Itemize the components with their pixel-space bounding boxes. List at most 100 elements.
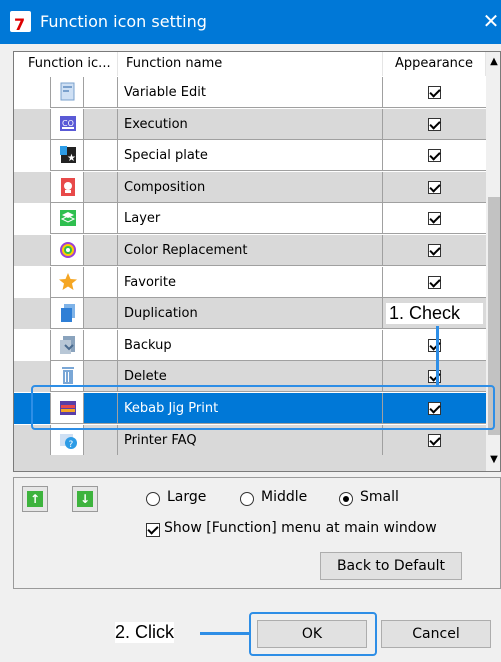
highlight-selected-row (31, 385, 495, 430)
column-divider (117, 266, 118, 298)
column-divider (382, 140, 383, 172)
svg-text:CO: CO (62, 119, 74, 128)
radio-middle-label: Middle (261, 489, 308, 505)
column-divider (117, 298, 118, 330)
color-replacement-icon (59, 240, 77, 260)
column-divider (382, 298, 383, 330)
column-divider (382, 171, 383, 203)
column-divider (117, 77, 118, 108)
move-up-button[interactable]: ↑ (22, 486, 48, 512)
column-divider (382, 77, 383, 108)
list-row[interactable]: Favorite (14, 266, 486, 298)
callout-check-connector (436, 326, 439, 386)
arrow-up-icon: ↑ (27, 491, 43, 507)
column-divider (117, 235, 118, 266)
options-panel: ↑ ↓ Large Middle Small Show [Function] m… (13, 477, 501, 589)
header-appearance[interactable]: Appearance (383, 52, 486, 76)
title-bar: 7 Function icon setting ✕ (0, 0, 501, 44)
appearance-checkbox[interactable] (428, 117, 441, 131)
list-header: Function ic... Function name Appearance (14, 52, 500, 76)
column-divider (117, 329, 118, 361)
row-icon-cell: CO (50, 108, 84, 140)
list-row[interactable]: Color Replacement (14, 235, 486, 266)
row-function-name: Composition (124, 179, 206, 195)
list-empty-area (14, 455, 486, 471)
app-logo-icon: 7 (10, 11, 31, 34)
row-function-name: Favorite (124, 274, 176, 290)
move-down-button[interactable]: ↓ (72, 486, 98, 512)
column-divider (117, 108, 118, 140)
row-icon-cell (50, 329, 84, 361)
column-divider (382, 266, 383, 298)
backup-icon (59, 335, 77, 355)
row-icon-cell (50, 203, 84, 235)
row-icon-cell (50, 266, 84, 298)
arrow-down-icon: ↓ (77, 491, 93, 507)
radio-small[interactable] (339, 492, 353, 506)
special-plate-icon: ★ (59, 145, 77, 165)
execution-icon: CO (59, 114, 77, 134)
radio-small-label: Small (360, 489, 399, 505)
radio-middle[interactable] (240, 492, 254, 506)
appearance-checkbox[interactable] (428, 370, 441, 384)
appearance-checkbox[interactable] (428, 275, 441, 289)
header-function-name[interactable]: Function name (118, 52, 383, 76)
callout-click-label: 2. Click (115, 622, 175, 643)
appearance-checkbox[interactable] (428, 338, 441, 352)
show-menu-label: Show [Function] menu at main window (164, 520, 437, 536)
scroll-down-icon[interactable]: ▼ (486, 454, 500, 465)
function-icon-setting-window: 7 Function icon setting ✕ Function ic...… (0, 0, 501, 662)
favorite-star-icon (59, 272, 77, 292)
list-row[interactable]: ★ Special plate (14, 140, 486, 172)
back-to-default-button[interactable]: Back to Default (320, 552, 462, 580)
variable-edit-icon (59, 82, 77, 102)
row-function-name: Color Replacement (124, 243, 248, 258)
delete-trash-icon (59, 366, 77, 386)
show-menu-checkbox[interactable] (146, 523, 160, 537)
radio-large-label: Large (167, 489, 207, 505)
cancel-button[interactable]: Cancel (381, 620, 491, 648)
appearance-checkbox[interactable] (428, 86, 441, 99)
row-function-name: Special plate (124, 148, 208, 164)
column-divider (117, 140, 118, 172)
row-function-name: Variable Edit (124, 85, 206, 100)
row-icon-cell: ★ (50, 140, 84, 172)
list-row[interactable]: CO Execution (14, 108, 486, 140)
window-title: Function icon setting (40, 12, 207, 31)
list-row[interactable]: Variable Edit (14, 77, 486, 108)
printer-faq-icon: ? (59, 430, 77, 450)
column-divider (117, 203, 118, 235)
highlight-ok-button (249, 612, 377, 656)
appearance-checkbox[interactable] (428, 212, 441, 226)
column-divider (382, 235, 383, 266)
column-divider (382, 108, 383, 140)
close-button[interactable]: ✕ (480, 10, 501, 32)
appearance-checkbox[interactable] (428, 180, 441, 194)
list-row[interactable]: Backup (14, 329, 486, 361)
row-function-name: Backup (124, 337, 172, 353)
layer-icon (59, 208, 77, 228)
duplication-icon (59, 303, 77, 323)
column-divider (382, 203, 383, 235)
column-divider (117, 171, 118, 203)
list-row[interactable]: Composition (14, 171, 486, 203)
list-row[interactable]: Layer (14, 203, 486, 235)
row-icon-cell (50, 77, 84, 108)
svg-text:?: ? (69, 440, 74, 450)
radio-large[interactable] (146, 492, 160, 506)
row-icon-cell (50, 298, 84, 330)
row-function-name: Execution (124, 116, 188, 132)
header-function-icon[interactable]: Function ic... (14, 52, 118, 76)
appearance-checkbox[interactable] (428, 433, 441, 447)
svg-text:★: ★ (67, 153, 76, 164)
appearance-checkbox[interactable] (428, 149, 441, 163)
appearance-checkbox[interactable] (428, 244, 441, 257)
callout-click-connector (200, 632, 250, 635)
composition-icon (59, 177, 77, 197)
row-function-name: Layer (124, 211, 161, 227)
scroll-up-icon[interactable]: ▲ (486, 56, 500, 67)
column-divider (382, 329, 383, 361)
callout-check-label: 1. Check (386, 303, 483, 324)
row-icon-cell (50, 235, 84, 266)
row-icon-cell (50, 171, 84, 203)
